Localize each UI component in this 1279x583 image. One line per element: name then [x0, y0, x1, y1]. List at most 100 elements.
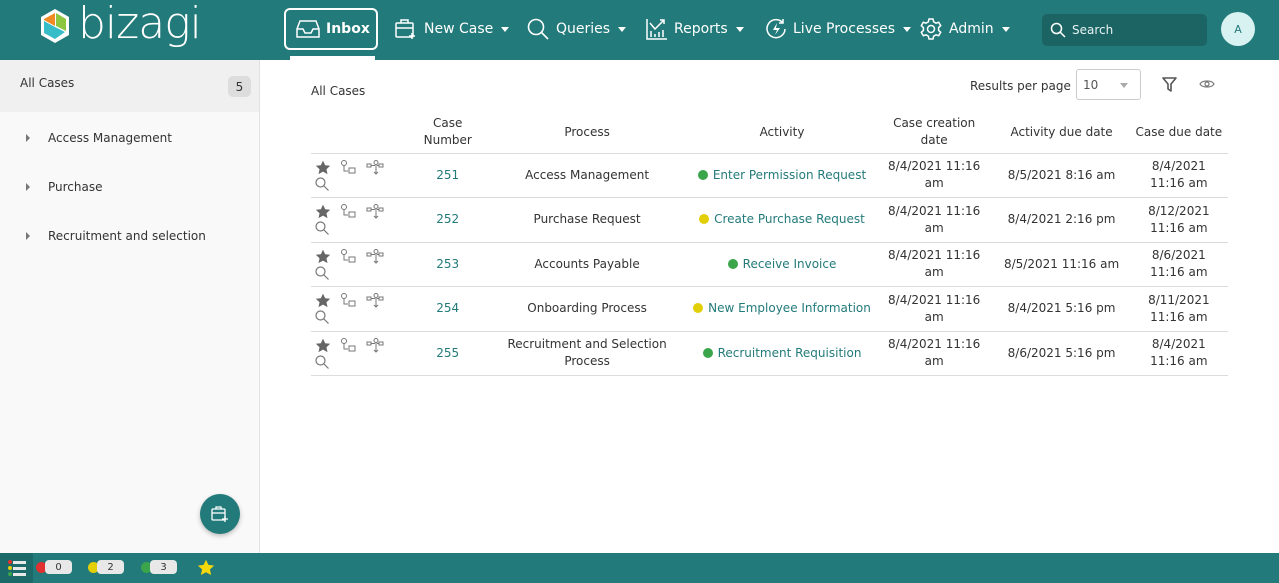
process-graph-icon: [366, 204, 384, 219]
nav-new-case[interactable]: New Case: [394, 8, 510, 50]
process-graph-button[interactable]: [366, 248, 384, 270]
sidebar-item-purchase[interactable]: Purchase: [0, 172, 259, 202]
process-cell: Recruitment and Selection Process: [485, 331, 690, 376]
case-details-button[interactable]: [315, 310, 329, 329]
bizagi-logo[interactable]: bizagi: [38, 2, 202, 46]
case-number-link[interactable]: 251: [436, 168, 459, 182]
case-due-date-cell: 8/4/2021 11:16 am: [1129, 153, 1228, 198]
case-number-link[interactable]: 255: [436, 346, 459, 360]
table-row[interactable]: 252 Purchase Request Create Purchase Reque…: [311, 197, 1228, 243]
activity-link[interactable]: Receive Invoice: [743, 257, 837, 271]
col-case-due-date[interactable]: Case due date: [1129, 112, 1228, 154]
table-row[interactable]: 251 Access Management Enter Permission Req…: [311, 153, 1228, 198]
process-graph-button[interactable]: [366, 337, 384, 359]
cases-table: Case Number Process Activity Case creati…: [311, 112, 1228, 376]
counter-at-risk[interactable]: 2: [88, 560, 124, 574]
chevron-down-icon: [1120, 83, 1128, 88]
activity-link[interactable]: Create Purchase Request: [714, 212, 865, 226]
col-process[interactable]: Process: [485, 112, 690, 154]
col-case-number[interactable]: Case Number: [410, 112, 485, 154]
nav-inbox[interactable]: Inbox: [284, 8, 378, 50]
workflow-icon: [341, 159, 356, 174]
sidebar-item-recruitment[interactable]: Recruitment and selection: [0, 221, 259, 251]
process-graph-button[interactable]: [366, 159, 384, 181]
nav-queries-label: Queries: [556, 21, 611, 37]
user-avatar[interactable]: A: [1221, 12, 1255, 46]
nav-live-processes[interactable]: Live Processes: [765, 8, 912, 50]
search-placeholder: Search: [1072, 23, 1114, 37]
case-creation-date-cell: 8/4/2021 11:16 am: [874, 153, 994, 198]
nav-queries[interactable]: Queries: [526, 8, 627, 50]
process-cell: Onboarding Process: [485, 286, 690, 332]
results-per-page-select[interactable]: 10: [1076, 69, 1141, 100]
case-details-button[interactable]: [315, 355, 329, 374]
counter-on-time[interactable]: 3: [141, 560, 177, 574]
new-case-icon: [211, 506, 228, 522]
activity-due-date-cell: 8/5/2021 8:16 am: [993, 153, 1130, 198]
case-details-button[interactable]: [315, 266, 329, 285]
process-cell: Access Management: [485, 153, 690, 198]
results-per-page-value: 10: [1083, 77, 1099, 92]
case-number-link[interactable]: 253: [436, 257, 459, 271]
col-case-creation-date[interactable]: Case creation date: [874, 112, 994, 154]
activity-link[interactable]: New Employee Information: [708, 301, 871, 315]
row-actions: [311, 286, 411, 332]
col-activity-due-date[interactable]: Activity due date: [993, 112, 1130, 154]
table-row[interactable]: 253 Accounts Payable Receive Invoice 8/4/20…: [311, 242, 1228, 287]
search-input[interactable]: Search: [1042, 14, 1207, 46]
process-graph-icon: [366, 248, 384, 264]
logo-text: bizagi: [78, 0, 202, 49]
workflow-button[interactable]: [340, 248, 357, 270]
expand-arrow-icon[interactable]: [26, 134, 30, 142]
sidebar-item-label: Recruitment and selection: [48, 229, 206, 243]
sidebar-all-cases[interactable]: All Cases 5: [0, 60, 259, 112]
workflow-button[interactable]: [340, 159, 357, 181]
favorites-button[interactable]: [197, 559, 215, 579]
sidebar-item-label: Access Management: [48, 131, 172, 145]
process-graph-button[interactable]: [366, 204, 384, 225]
nav-admin[interactable]: Admin: [919, 8, 1010, 50]
activity-status-dot: [702, 347, 713, 358]
case-details-button[interactable]: [315, 221, 329, 240]
workflow-icon: [341, 337, 356, 352]
process-cell: Accounts Payable: [485, 242, 690, 287]
counter-overdue[interactable]: 0: [36, 560, 72, 574]
process-graph-icon: [366, 293, 384, 308]
workflow-button[interactable]: [340, 293, 357, 314]
sidebar-item-access-management[interactable]: Access Management: [0, 123, 259, 153]
star-icon: [315, 293, 331, 308]
case-number-link[interactable]: 254: [436, 301, 459, 315]
process-graph-icon: [366, 159, 384, 175]
new-case-fab-button[interactable]: [200, 494, 240, 534]
filter-button[interactable]: [1162, 77, 1177, 95]
activity-due-date-cell: 8/5/2021 11:16 am: [993, 242, 1130, 287]
process-graph-button[interactable]: [366, 293, 384, 314]
workflow-button[interactable]: [340, 204, 357, 225]
activity-status-dot: [697, 169, 708, 180]
expand-arrow-icon[interactable]: [26, 183, 30, 191]
star-icon: [197, 559, 215, 576]
case-number-link[interactable]: 252: [436, 212, 459, 226]
activity-cell: Enter Permission Request: [689, 153, 875, 198]
results-per-page-label: Results per page: [970, 79, 1071, 93]
new-case-icon: [395, 19, 415, 39]
table-row[interactable]: 255 Recruitment and Selection Process Recr…: [311, 331, 1228, 376]
cases-count-badge: 5: [228, 76, 251, 97]
search-icon: [315, 221, 329, 236]
process-graph-icon: [366, 337, 384, 353]
case-details-button[interactable]: [315, 177, 329, 196]
expand-arrow-icon[interactable]: [26, 232, 30, 240]
activity-link[interactable]: Recruitment Requisition: [718, 346, 862, 360]
table-row[interactable]: 254 Onboarding Process New Employee Inform…: [311, 286, 1228, 332]
chevron-down-icon: [501, 27, 510, 32]
activity-link[interactable]: Enter Permission Request: [713, 168, 866, 182]
search-icon: [315, 266, 329, 280]
column-visibility-button[interactable]: [1199, 78, 1215, 93]
col-activity[interactable]: Activity: [689, 112, 875, 154]
legend-menu-button[interactable]: [0, 553, 33, 583]
nav-reports[interactable]: Reports: [646, 8, 744, 50]
workflow-button[interactable]: [340, 337, 357, 359]
star-icon: [315, 204, 331, 219]
workflow-icon: [341, 204, 356, 218]
sidebar-item-label: Purchase: [48, 180, 103, 194]
